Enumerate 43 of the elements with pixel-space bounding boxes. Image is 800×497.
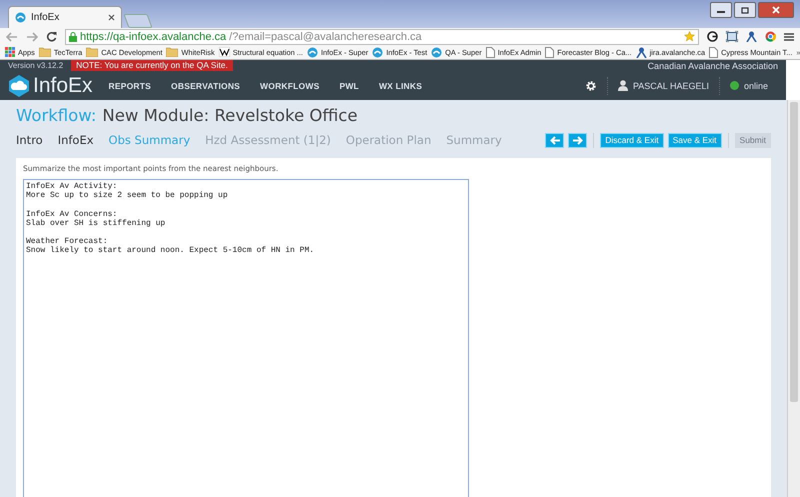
next-step-icon	[572, 136, 583, 144]
status-label: online	[744, 80, 768, 90]
cloud-logo-icon	[8, 74, 30, 98]
nav-link[interactable]: PWL	[339, 80, 359, 90]
previous-step-icon	[550, 136, 560, 144]
workflow-title: New Module: Revelstoke Office	[102, 106, 358, 125]
version-label: Version v3.12.2	[8, 61, 64, 70]
maximize-icon	[741, 6, 749, 14]
apps-grid-icon	[5, 47, 15, 57]
address-field[interactable]: https://qa-infoex.avalanche.ca /?email=pascal@avalancheresearch.ca	[65, 28, 699, 44]
folder-icon	[166, 47, 178, 57]
close-icon	[772, 6, 780, 14]
previous-step-button[interactable]	[545, 132, 564, 148]
settings-icon[interactable]	[584, 80, 597, 92]
screen-capture-icon[interactable]	[726, 31, 738, 42]
nav-link[interactable]: OBSERVATIONS	[171, 80, 240, 90]
minimize-button[interactable]	[710, 2, 732, 18]
window-close-button[interactable]	[758, 2, 794, 18]
logo-text: InfoEx	[33, 74, 93, 98]
browser-tab[interactable]: InfoEx	[8, 6, 122, 28]
folder-icon	[38, 47, 51, 57]
nav-link[interactable]: WORKFLOWS	[260, 80, 320, 90]
lock-icon	[69, 32, 77, 42]
maximize-button[interactable]	[734, 2, 756, 18]
step-tab[interactable]: Intro	[16, 133, 43, 147]
workflow-label: Workflow:	[16, 106, 96, 125]
step-tab[interactable]: InfoEx	[58, 133, 94, 147]
user-name[interactable]: PASCAL HAEGELI	[632, 80, 709, 90]
scrollbar[interactable]	[787, 100, 800, 497]
close-icon[interactable]	[108, 14, 115, 21]
chrome-logo-icon[interactable]	[765, 31, 776, 42]
menu-icon[interactable]	[784, 32, 794, 42]
nav-link[interactable]: REPORTS	[108, 80, 152, 90]
qa-site-notice: NOTE: You are currently on the QA Site.	[71, 60, 233, 71]
reload-icon[interactable]	[46, 31, 57, 42]
nav-link[interactable]: WX LINKS	[378, 80, 422, 90]
organization-name: Canadian Avalanche Association	[648, 60, 779, 70]
star-icon[interactable]	[684, 31, 695, 42]
next-step-button[interactable]	[568, 132, 588, 148]
site-favicon-icon	[15, 12, 26, 23]
summary-text-area[interactable]: InfoEx Av Activity: More Sc up to size 2 seem to be popping up InfoEx Av Concerns: Slab over SH is stiffening up Weather Forecast: Snow likely to start around noon. Expect 5-10cm of HN in PM.	[23, 179, 469, 497]
user-icon	[618, 80, 628, 91]
folder-icon	[86, 47, 98, 57]
